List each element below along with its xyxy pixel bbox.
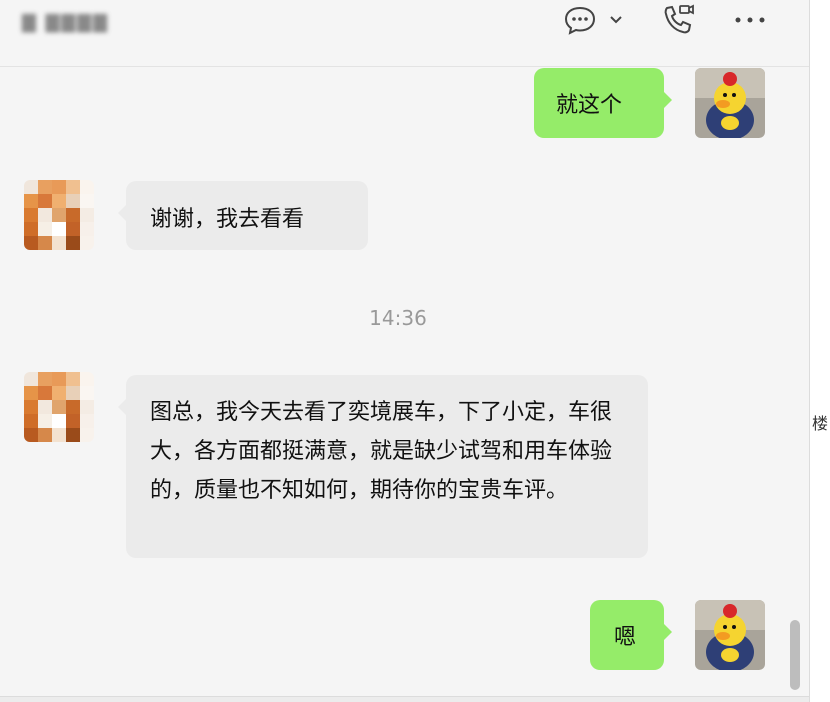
chat-window: ▇ ▇▇▇▇ 就这个 谢谢，我去看看 14:36 图总，我今天去看了奕境展车，下… xyxy=(0,0,830,702)
self-avatar[interactable] xyxy=(695,68,765,138)
message-text: 嗯 xyxy=(614,625,637,650)
more-icon[interactable] xyxy=(728,0,772,40)
timestamp: 14:36 xyxy=(369,306,427,330)
message-text: 就这个 xyxy=(556,93,623,118)
message-text: 图总，我今天去看了奕境展车，下了小定，车很大，各方面都挺满意，就是缺少试驾和用车… xyxy=(150,400,613,503)
contact-avatar[interactable] xyxy=(24,372,94,442)
message-bubble-outgoing[interactable]: 就这个 xyxy=(534,68,672,138)
scrollbar-thumb[interactable] xyxy=(790,620,800,690)
message-bubble-incoming[interactable]: 谢谢，我去看看 xyxy=(118,181,368,250)
duck-avatar-icon xyxy=(695,68,765,138)
contact-avatar-image xyxy=(24,180,94,250)
contact-name[interactable]: ▇ ▇▇▇▇ xyxy=(22,12,109,36)
chat-bubble-icon[interactable] xyxy=(560,0,600,40)
message-text: 谢谢，我去看看 xyxy=(150,207,305,232)
duck-avatar-icon xyxy=(695,600,765,670)
adjacent-panel: 楼 xyxy=(809,0,830,702)
chat-header: ▇ ▇▇▇▇ xyxy=(0,0,810,67)
contact-avatar[interactable] xyxy=(24,180,94,250)
video-call-icon[interactable] xyxy=(658,0,698,40)
self-avatar[interactable] xyxy=(695,600,765,670)
input-area-edge xyxy=(0,696,810,702)
contact-avatar-image xyxy=(24,372,94,442)
message-bubble-incoming[interactable]: 图总，我今天去看了奕境展车，下了小定，车很大，各方面都挺满意，就是缺少试驾和用车… xyxy=(118,375,648,558)
chevron-down-icon[interactable] xyxy=(606,0,626,40)
adjacent-panel-text: 楼 xyxy=(811,414,828,433)
message-bubble-outgoing[interactable]: 嗯 xyxy=(590,600,672,670)
